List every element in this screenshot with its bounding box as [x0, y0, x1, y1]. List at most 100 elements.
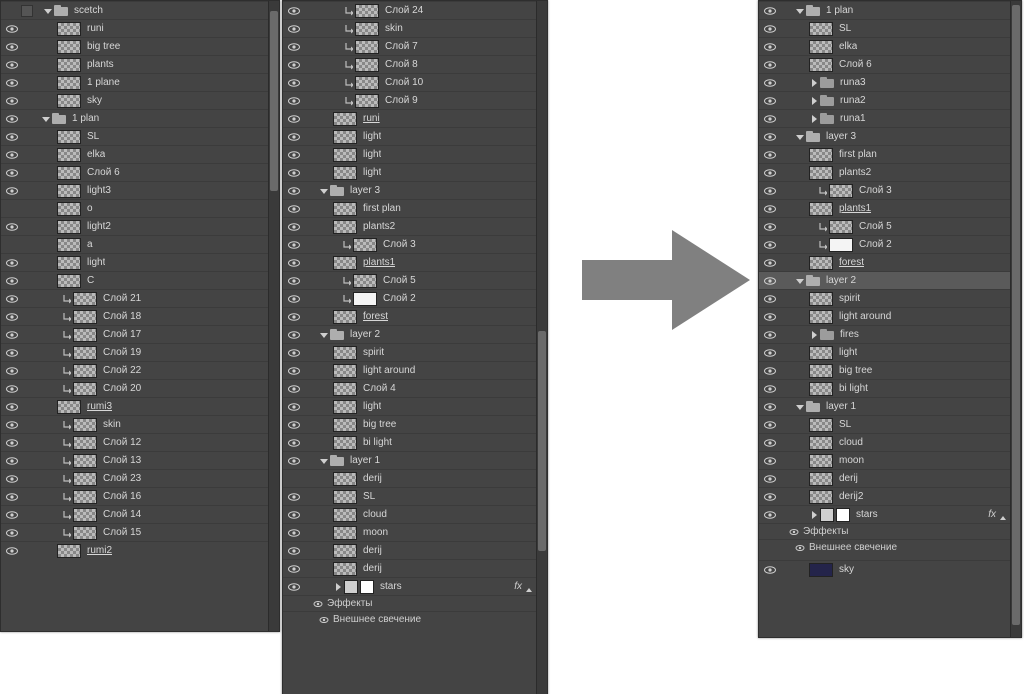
layer-row[interactable]: a	[1, 235, 279, 253]
layer-name-label[interactable]: cloud	[839, 434, 863, 452]
layer-row[interactable]: light around	[283, 361, 547, 379]
visibility-eye-icon[interactable]	[763, 328, 777, 342]
layer-thumbnail[interactable]	[809, 22, 833, 36]
layer-row[interactable]: SL	[759, 415, 1021, 433]
layer-name-label[interactable]: derij	[839, 470, 858, 488]
layer-thumbnail[interactable]	[73, 508, 97, 522]
layer-name-label[interactable]: SL	[839, 20, 851, 38]
layer-row[interactable]: first plan	[283, 199, 547, 217]
layer-row[interactable]: Слой 9	[283, 91, 547, 109]
visibility-eye-icon[interactable]	[5, 526, 19, 540]
visibility-eye-icon[interactable]	[287, 220, 301, 234]
layer-thumbnail[interactable]	[809, 346, 833, 360]
layer-row[interactable]: plants	[1, 55, 279, 73]
layer-row[interactable]: SL	[759, 19, 1021, 37]
layer-row[interactable]: Слой 18	[1, 307, 279, 325]
visibility-eye-icon[interactable]	[763, 166, 777, 180]
visibility-eye-icon[interactable]	[5, 454, 19, 468]
layer-name-label[interactable]: Слой 3	[859, 182, 892, 200]
layer-thumbnail[interactable]	[333, 382, 357, 396]
layer-name-label[interactable]: big tree	[363, 416, 396, 434]
fx-indicator[interactable]: fx	[514, 578, 533, 596]
layer-thumbnail[interactable]	[333, 490, 357, 504]
visibility-eye-icon[interactable]	[763, 400, 777, 414]
layer-row[interactable]: light2	[1, 217, 279, 235]
chevron-down-icon[interactable]	[319, 186, 329, 196]
visibility-eye-icon[interactable]	[287, 94, 301, 108]
visibility-eye-icon[interactable]	[5, 400, 19, 414]
layer-thumbnail[interactable]	[333, 148, 357, 162]
visibility-eye-icon[interactable]	[5, 220, 19, 234]
visibility-eye-icon[interactable]	[763, 94, 777, 108]
layer-thumbnail[interactable]	[809, 40, 833, 54]
layer-name-label[interactable]: Слой 18	[103, 308, 141, 326]
layer-row[interactable]: C	[1, 271, 279, 289]
layer-thumbnail[interactable]	[57, 184, 81, 198]
visibility-eye-icon[interactable]	[763, 184, 777, 198]
visibility-eye-icon[interactable]	[287, 22, 301, 36]
layer-row[interactable]: light3	[1, 181, 279, 199]
layer-name-label[interactable]: runi	[87, 20, 104, 38]
layer-thumbnail[interactable]	[57, 544, 81, 558]
layer-thumbnail[interactable]	[57, 94, 81, 108]
visibility-eye-icon[interactable]	[287, 418, 301, 432]
visibility-eye-icon[interactable]	[287, 490, 301, 504]
layer-name-label[interactable]: Слой 4	[363, 380, 396, 398]
layer-name-label[interactable]: Слой 19	[103, 344, 141, 362]
layer-name-label[interactable]: big tree	[87, 38, 120, 56]
layer-row[interactable]: first plan	[759, 145, 1021, 163]
layer-row[interactable]: skin	[1, 415, 279, 433]
layer-row[interactable]: Слой 16	[1, 487, 279, 505]
layer-row[interactable]: light	[283, 397, 547, 415]
layer-name-label[interactable]: Слой 3	[383, 236, 416, 254]
layer-row[interactable]: sky	[759, 560, 1021, 578]
layer-thumbnail[interactable]	[57, 58, 81, 72]
layers-panel-middle[interactable]: Слой 24skinСлой 7Слой 8Слой 10Слой 9runi…	[282, 0, 548, 694]
layer-name-label[interactable]: runa3	[840, 74, 866, 92]
layer-row[interactable]: Слой 22	[1, 361, 279, 379]
layer-row[interactable]: big tree	[759, 361, 1021, 379]
layer-name-label[interactable]: rumi3	[87, 398, 112, 416]
chevron-down-icon[interactable]	[795, 276, 805, 286]
layer-thumbnail[interactable]	[57, 40, 81, 54]
layer-thumbnail[interactable]	[73, 490, 97, 504]
visibility-eye-empty[interactable]	[287, 472, 301, 486]
layer-thumbnail[interactable]	[57, 400, 81, 414]
layer-row[interactable]: Внешнее свечение	[283, 611, 547, 627]
visibility-eye-icon[interactable]	[763, 436, 777, 450]
layer-row[interactable]: big tree	[283, 415, 547, 433]
visibility-eye-icon[interactable]	[763, 310, 777, 324]
layer-name-label[interactable]: Слой 5	[383, 272, 416, 290]
layer-name-label[interactable]: o	[87, 200, 93, 218]
layer-thumbnail[interactable]	[353, 292, 377, 306]
scroll-thumb[interactable]	[538, 331, 546, 551]
layer-thumbnail[interactable]	[57, 256, 81, 270]
visibility-eye-icon[interactable]	[763, 4, 777, 18]
visibility-eye-icon[interactable]	[763, 22, 777, 36]
visibility-eye-empty[interactable]	[5, 238, 19, 252]
layer-name-label[interactable]: Слой 13	[103, 452, 141, 470]
layer-name-label[interactable]: sky	[87, 92, 102, 110]
layer-row[interactable]: cloud	[283, 505, 547, 523]
layer-row[interactable]: derij	[759, 469, 1021, 487]
layer-thumbnail[interactable]	[333, 562, 357, 576]
scroll-thumb[interactable]	[1012, 5, 1020, 625]
layer-row[interactable]: plants1	[759, 199, 1021, 217]
chevron-down-icon[interactable]	[43, 6, 53, 16]
layer-name-label[interactable]: skin	[103, 416, 121, 434]
visibility-eye-icon[interactable]	[763, 382, 777, 396]
visibility-eye-icon[interactable]	[763, 202, 777, 216]
layer-row[interactable]: plants1	[283, 253, 547, 271]
visibility-eye-icon[interactable]	[5, 382, 19, 396]
chevron-down-icon[interactable]	[319, 456, 329, 466]
visibility-eye-icon[interactable]	[763, 238, 777, 252]
fx-indicator[interactable]: fx	[988, 506, 1007, 524]
layer-thumbnail[interactable]	[73, 418, 97, 432]
layer-thumbnail[interactable]	[809, 382, 833, 396]
layer-thumbnail[interactable]	[809, 490, 833, 504]
layer-name-label[interactable]: Слой 15	[103, 524, 141, 542]
layer-thumbnail[interactable]	[355, 4, 379, 18]
chevron-right-icon[interactable]	[809, 78, 819, 88]
layer-row[interactable]: Слой 3	[283, 235, 547, 253]
layer-row[interactable]: Слой 6	[1, 163, 279, 181]
